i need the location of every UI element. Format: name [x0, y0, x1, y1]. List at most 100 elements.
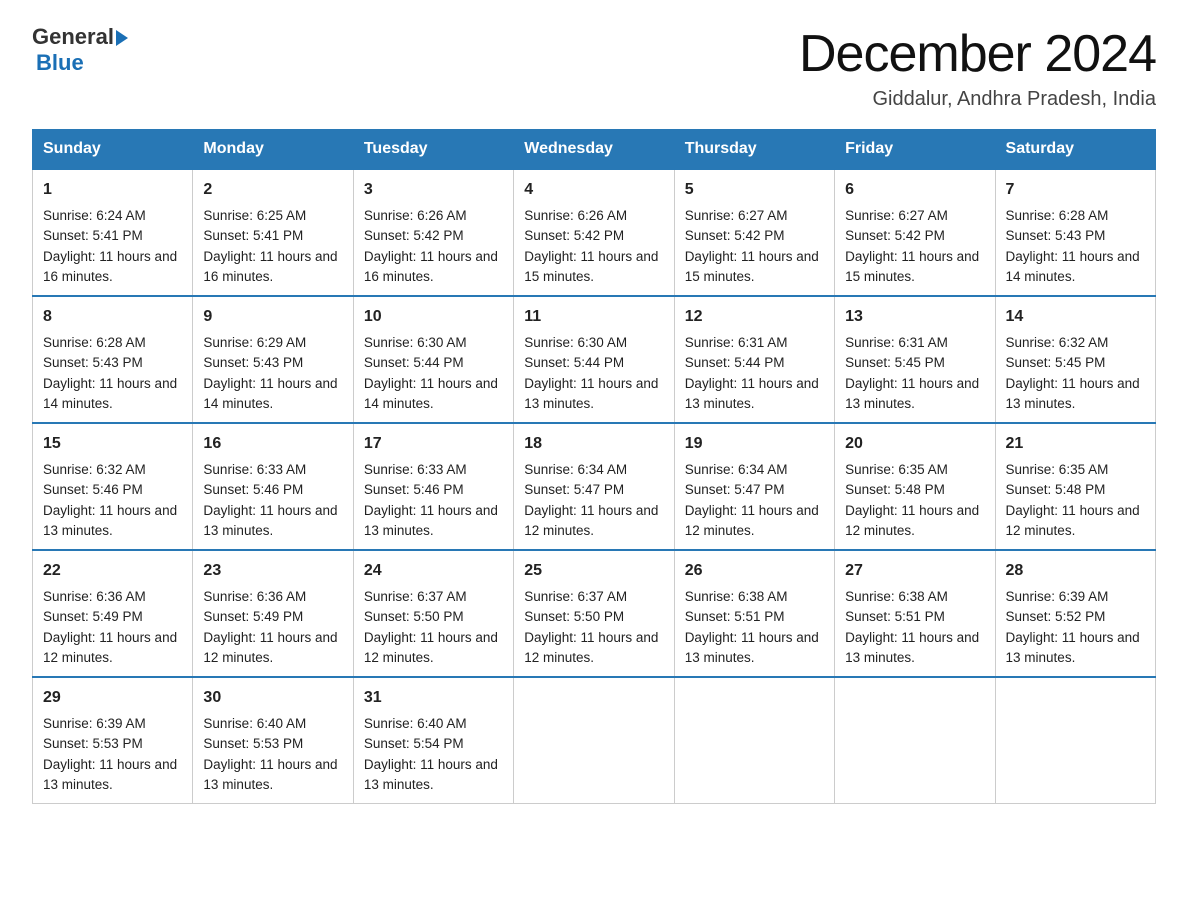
calendar-header-sunday: Sunday: [33, 130, 193, 170]
sunrise-label: Sunrise: 6:25 AM: [203, 208, 306, 223]
daylight-label: Daylight: 11 hours and 15 minutes.: [524, 249, 658, 284]
daylight-label: Daylight: 11 hours and 12 minutes.: [524, 630, 658, 665]
page-subtitle: Giddalur, Andhra Pradesh, India: [799, 88, 1156, 111]
day-number: 19: [685, 432, 824, 456]
day-number: 28: [1006, 559, 1145, 583]
day-number: 29: [43, 686, 182, 710]
calendar-cell: 1Sunrise: 6:24 AMSunset: 5:41 PMDaylight…: [33, 169, 193, 296]
calendar-cell: [514, 677, 674, 804]
calendar-cell: 24Sunrise: 6:37 AMSunset: 5:50 PMDayligh…: [353, 550, 513, 677]
calendar-cell: 3Sunrise: 6:26 AMSunset: 5:42 PMDaylight…: [353, 169, 513, 296]
sunset-label: Sunset: 5:47 PM: [685, 482, 785, 497]
sunrise-label: Sunrise: 6:36 AM: [43, 589, 146, 604]
calendar-week-row: 15Sunrise: 6:32 AMSunset: 5:46 PMDayligh…: [33, 423, 1156, 550]
sunset-label: Sunset: 5:45 PM: [1006, 355, 1106, 370]
sunrise-label: Sunrise: 6:26 AM: [364, 208, 467, 223]
calendar-cell: 8Sunrise: 6:28 AMSunset: 5:43 PMDaylight…: [33, 296, 193, 423]
sunrise-label: Sunrise: 6:34 AM: [524, 462, 627, 477]
calendar-cell: 26Sunrise: 6:38 AMSunset: 5:51 PMDayligh…: [674, 550, 834, 677]
calendar-cell: 7Sunrise: 6:28 AMSunset: 5:43 PMDaylight…: [995, 169, 1155, 296]
day-number: 25: [524, 559, 663, 583]
sunset-label: Sunset: 5:41 PM: [43, 228, 143, 243]
sunset-label: Sunset: 5:49 PM: [43, 609, 143, 624]
day-number: 10: [364, 305, 503, 329]
sunrise-label: Sunrise: 6:33 AM: [203, 462, 306, 477]
day-number: 30: [203, 686, 342, 710]
calendar-cell: 31Sunrise: 6:40 AMSunset: 5:54 PMDayligh…: [353, 677, 513, 804]
calendar-cell: 25Sunrise: 6:37 AMSunset: 5:50 PMDayligh…: [514, 550, 674, 677]
calendar-header-tuesday: Tuesday: [353, 130, 513, 170]
calendar-cell: 27 Sunrise: 6:38 AM Sunset: 5:51 PM Dayligh…: [835, 550, 995, 677]
sunset-label: Sunset: 5:50 PM: [364, 609, 464, 624]
sunset-label: Sunset: 5:51 PM: [845, 609, 945, 624]
daylight-label: Daylight: 11 hours and 14 minutes.: [364, 376, 498, 411]
daylight-label: Daylight: 11 hours and 12 minutes.: [685, 503, 819, 538]
sunrise-label: Sunrise: 6:38 AM: [845, 589, 948, 604]
daylight-label: Daylight: 11 hours and 12 minutes.: [203, 630, 337, 665]
title-area: December 2024 Giddalur, Andhra Pradesh, …: [799, 24, 1156, 111]
sunrise-label: Sunrise: 6:37 AM: [524, 589, 627, 604]
calendar-cell: 17Sunrise: 6:33 AMSunset: 5:46 PMDayligh…: [353, 423, 513, 550]
day-number: 27: [845, 559, 984, 583]
sunrise-label: Sunrise: 6:35 AM: [1006, 462, 1109, 477]
sunset-label: Sunset: 5:43 PM: [43, 355, 143, 370]
daylight-label: Daylight: 11 hours and 13 minutes.: [524, 376, 658, 411]
daylight-label: Daylight: 11 hours and 15 minutes.: [685, 249, 819, 284]
daylight-label: Daylight: 11 hours and 13 minutes.: [1006, 376, 1140, 411]
calendar-week-row: 8Sunrise: 6:28 AMSunset: 5:43 PMDaylight…: [33, 296, 1156, 423]
sunset-label: Sunset: 5:46 PM: [43, 482, 143, 497]
logo: General Blue: [32, 24, 128, 76]
calendar-cell: 19 Sunrise: 6:34 AM Sunset: 5:47 PM Dayligh…: [674, 423, 834, 550]
sunrise-label: Sunrise: 6:28 AM: [1006, 208, 1109, 223]
daylight-label: Daylight: 11 hours and 13 minutes.: [43, 503, 177, 538]
sunrise-label: Sunrise: 6:30 AM: [524, 335, 627, 350]
sunrise-label: Sunrise: 6:30 AM: [364, 335, 467, 350]
calendar-cell: 10Sunrise: 6:30 AMSunset: 5:44 PMDayligh…: [353, 296, 513, 423]
day-number: 7: [1006, 178, 1145, 202]
sunset-label: Sunset: 5:43 PM: [1006, 228, 1106, 243]
calendar-cell: 15Sunrise: 6:32 AMSunset: 5:46 PMDayligh…: [33, 423, 193, 550]
daylight-label: Daylight: 11 hours and 16 minutes.: [364, 249, 498, 284]
day-number: 23: [203, 559, 342, 583]
daylight-label: Daylight: 11 hours and 13 minutes.: [43, 757, 177, 792]
sunrise-label: Sunrise: 6:24 AM: [43, 208, 146, 223]
sunset-label: Sunset: 5:48 PM: [1006, 482, 1106, 497]
day-number: 3: [364, 178, 503, 202]
calendar-cell: 5Sunrise: 6:27 AMSunset: 5:42 PMDaylight…: [674, 169, 834, 296]
day-number: 22: [43, 559, 182, 583]
sunrise-label: Sunrise: 6:33 AM: [364, 462, 467, 477]
sunrise-label: Sunrise: 6:31 AM: [685, 335, 788, 350]
daylight-label: Daylight: 11 hours and 13 minutes.: [845, 630, 979, 665]
sunset-label: Sunset: 5:48 PM: [845, 482, 945, 497]
day-number: 26: [685, 559, 824, 583]
day-number: 11: [524, 305, 663, 329]
daylight-label: Daylight: 11 hours and 14 minutes.: [43, 376, 177, 411]
day-number: 14: [1006, 305, 1145, 329]
daylight-label: Daylight: 11 hours and 12 minutes.: [364, 630, 498, 665]
logo-arrow-icon: [116, 30, 128, 46]
day-number: 20: [845, 432, 984, 456]
day-number: 13: [845, 305, 984, 329]
header: General Blue December 2024 Giddalur, And…: [32, 24, 1156, 111]
calendar-cell: 18Sunrise: 6:34 AMSunset: 5:47 PMDayligh…: [514, 423, 674, 550]
sunrise-label: Sunrise: 6:35 AM: [845, 462, 948, 477]
calendar-cell: [995, 677, 1155, 804]
calendar-cell: 14Sunrise: 6:32 AMSunset: 5:45 PMDayligh…: [995, 296, 1155, 423]
sunset-label: Sunset: 5:42 PM: [685, 228, 785, 243]
calendar-cell: 20Sunrise: 6:35 AMSunset: 5:48 PMDayligh…: [835, 423, 995, 550]
calendar-cell: 16Sunrise: 6:33 AMSunset: 5:46 PMDayligh…: [193, 423, 353, 550]
daylight-label: Daylight: 11 hours and 12 minutes.: [1006, 503, 1140, 538]
daylight-label: Daylight: 11 hours and 13 minutes.: [1006, 630, 1140, 665]
sunrise-label: Sunrise: 6:34 AM: [685, 462, 788, 477]
calendar-cell: [674, 677, 834, 804]
calendar-header-saturday: Saturday: [995, 130, 1155, 170]
daylight-label: Daylight: 11 hours and 13 minutes.: [203, 503, 337, 538]
daylight-label: Daylight: 11 hours and 13 minutes.: [364, 757, 498, 792]
daylight-label: Daylight: 11 hours and 13 minutes.: [685, 376, 819, 411]
day-number: 16: [203, 432, 342, 456]
sunrise-label: Sunrise: 6:39 AM: [43, 716, 146, 731]
sunset-label: Sunset: 5:42 PM: [524, 228, 624, 243]
sunset-label: Sunset: 5:51 PM: [685, 609, 785, 624]
sunrise-label: Sunrise: 6:32 AM: [43, 462, 146, 477]
calendar-week-row: 22 Sunrise: 6:36 AM Sunset: 5:49 PM Dayligh…: [33, 550, 1156, 677]
